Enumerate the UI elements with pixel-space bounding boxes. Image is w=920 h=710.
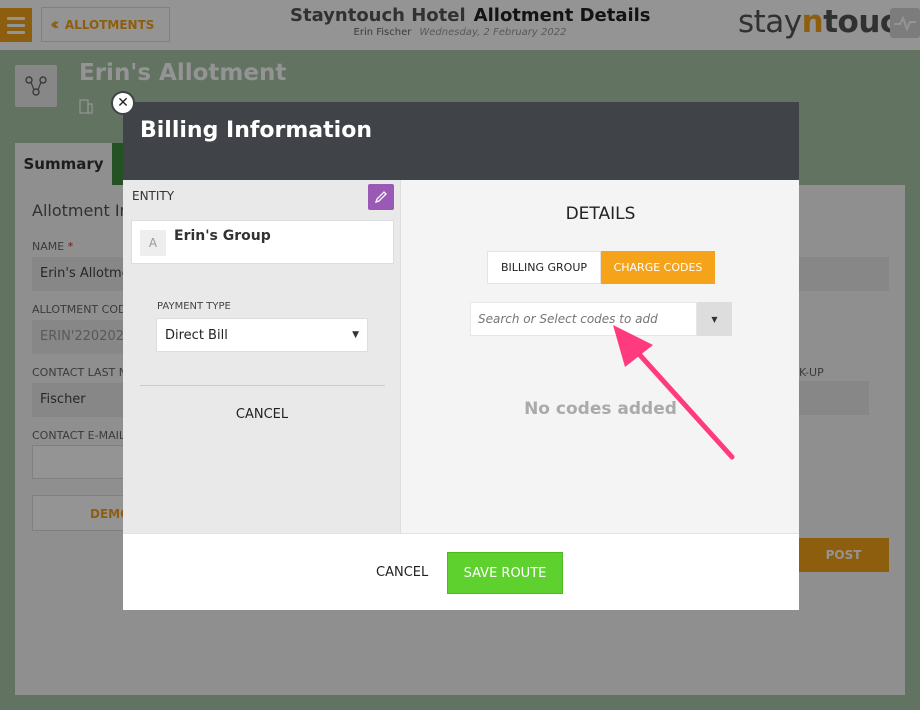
cancel-button[interactable]: CANCEL (376, 565, 428, 580)
divider (140, 385, 385, 386)
modal-title: Billing Information (140, 118, 372, 143)
tab-billing-group[interactable]: BILLING GROUP (487, 251, 601, 284)
entity-name: Erin's Group (174, 228, 271, 244)
entity-card[interactable]: A Erin's Group (131, 220, 394, 264)
modal-footer: CANCEL SAVE ROUTE (123, 533, 799, 610)
close-icon[interactable]: ✕ (111, 91, 135, 115)
annotation-arrow (613, 325, 735, 460)
entity-avatar: A (140, 230, 166, 256)
caret-down-icon: ▼ (352, 330, 359, 340)
pencil-icon[interactable] (368, 184, 394, 210)
entity-cancel-button[interactable]: CANCEL (123, 407, 401, 422)
payment-type-select[interactable]: Direct Bill ▼ (156, 318, 368, 352)
entity-label: ENTITY (132, 189, 175, 203)
save-route-button[interactable]: SAVE ROUTE (447, 552, 563, 594)
details-title: DETAILS (565, 204, 636, 224)
entity-panel: ENTITY A Erin's Group PAYMENT TYPE Direc… (123, 180, 401, 533)
payment-type-value: Direct Bill (165, 328, 228, 343)
tab-charge-codes[interactable]: CHARGE CODES (601, 251, 715, 284)
payment-type-label: PAYMENT TYPE (157, 301, 231, 312)
modal-header: Billing Information (123, 102, 799, 180)
